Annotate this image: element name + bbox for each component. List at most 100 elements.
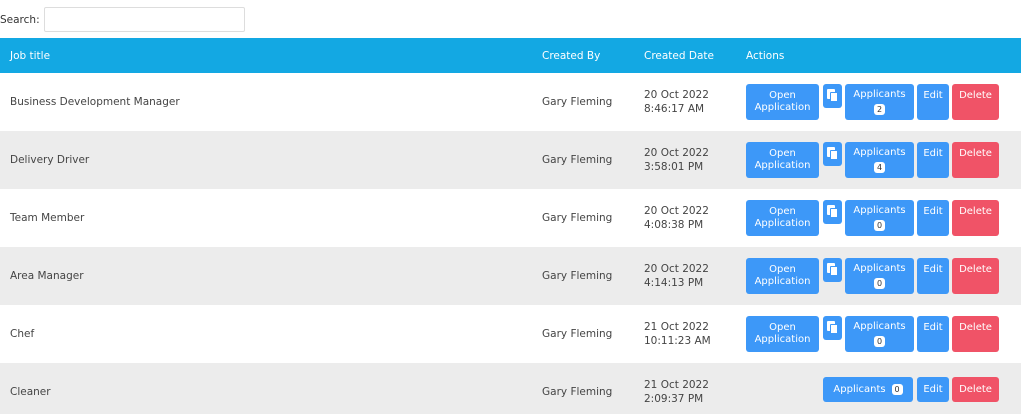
job-title-cell: Business Development Manager — [10, 96, 180, 108]
edit-button[interactable]: Edit — [917, 377, 949, 402]
applicants-label: Applicants — [853, 320, 906, 332]
created-time: 2:09:37 PM — [644, 393, 704, 405]
created-date: 21 Oct 2022 — [644, 379, 709, 391]
header-created-by[interactable]: Created By — [542, 38, 644, 73]
table-row: Cleaner Gary Fleming 21 Oct 2022 2:09:37… — [0, 363, 1021, 414]
delete-button[interactable]: Delete — [952, 316, 999, 352]
actions-cell: Open Application Applicants 0 Edit Delet… — [746, 247, 1021, 305]
copy-icon — [826, 321, 839, 335]
actions-cell: Open Application Applicants 0 Edit Delet… — [746, 305, 1021, 363]
open-label-line1: Open — [769, 148, 796, 159]
copy-link-button[interactable] — [823, 258, 842, 282]
copy-icon — [826, 205, 839, 219]
copy-link-button[interactable] — [823, 142, 842, 166]
actions-cell: Open Application Applicants 0 Edit Delet… — [746, 189, 1021, 247]
applicants-label: Applicants — [853, 146, 906, 158]
open-application-button[interactable]: Open Application — [746, 316, 819, 352]
created-by-cell: Gary Fleming — [542, 386, 613, 398]
table-header-row: Job title Created By Created Date Action… — [0, 38, 1021, 73]
actions-cell: Open Application Applicants 4 Edit Delet… — [746, 131, 1021, 189]
copy-icon — [826, 89, 839, 103]
open-label-line2: Application — [754, 218, 811, 229]
table-row: Chef Gary Fleming 21 Oct 2022 10:11:23 A… — [0, 305, 1021, 363]
created-by-cell: Gary Fleming — [542, 212, 613, 224]
copy-link-button[interactable] — [823, 316, 842, 340]
applicants-count-badge: 0 — [891, 384, 903, 395]
created-date: 20 Oct 2022 — [644, 205, 709, 217]
applicants-button[interactable]: Applicants 0 — [845, 316, 914, 352]
job-title-cell: Team Member — [10, 212, 85, 224]
delete-button[interactable]: Delete — [952, 377, 999, 402]
applicants-count-badge: 0 — [874, 277, 885, 289]
applicants-label: Applicants — [853, 88, 906, 100]
copy-icon — [826, 263, 839, 277]
table-row: Delivery Driver Gary Fleming 20 Oct 2022… — [0, 131, 1021, 189]
actions-cell: Applicants 0 Edit Delete — [746, 363, 1021, 414]
created-time: 4:14:13 PM — [644, 277, 704, 289]
open-label-line1: Open — [769, 264, 796, 275]
header-created-date[interactable]: Created Date — [644, 38, 746, 73]
open-label-line2: Application — [754, 334, 811, 345]
header-job-title[interactable]: Job title — [0, 38, 542, 73]
edit-button[interactable]: Edit — [917, 84, 949, 120]
applicants-button[interactable]: Applicants 2 — [845, 84, 914, 120]
open-application-button[interactable]: Open Application — [746, 142, 819, 178]
applicants-button[interactable]: Applicants 0 — [845, 200, 914, 236]
search-input[interactable] — [43, 6, 245, 32]
created-time: 3:58:01 PM — [644, 161, 704, 173]
applicants-count-badge: 0 — [874, 335, 885, 347]
edit-button[interactable]: Edit — [917, 316, 949, 352]
applicants-button[interactable]: Applicants 0 — [823, 377, 913, 402]
actions-cell: Open Application Applicants 2 Edit Delet… — [746, 73, 1021, 131]
header-actions: Actions — [746, 49, 785, 62]
applicants-label: Applicants — [853, 204, 906, 216]
created-by-cell: Gary Fleming — [542, 154, 613, 166]
created-date-cell: 21 Oct 2022 2:09:37 PM — [644, 363, 746, 414]
table-row: Area Manager Gary Fleming 20 Oct 2022 4:… — [0, 247, 1021, 305]
search-bar: Search: — [0, 0, 1024, 38]
job-title-cell: Area Manager — [10, 270, 84, 282]
created-date: 20 Oct 2022 — [644, 263, 709, 275]
table-row: Team Member Gary Fleming 20 Oct 2022 4:0… — [0, 189, 1021, 247]
open-label-line1: Open — [769, 322, 796, 333]
applicants-count-badge: 0 — [874, 219, 885, 231]
created-by-cell: Gary Fleming — [542, 270, 613, 282]
created-by-cell: Gary Fleming — [542, 96, 613, 108]
created-date-cell: 20 Oct 2022 8:46:17 AM — [644, 73, 746, 131]
edit-button[interactable]: Edit — [917, 200, 949, 236]
edit-button[interactable]: Edit — [917, 258, 949, 294]
created-date: 21 Oct 2022 — [644, 321, 709, 333]
delete-button[interactable]: Delete — [952, 258, 999, 294]
applicants-label: Applicants — [833, 383, 886, 395]
copy-icon — [826, 147, 839, 161]
created-time: 8:46:17 AM — [644, 103, 705, 115]
applicants-button[interactable]: Applicants 4 — [845, 142, 914, 178]
applicants-count-badge: 4 — [874, 161, 885, 173]
delete-button[interactable]: Delete — [952, 142, 999, 178]
job-title-cell: Cleaner — [10, 386, 51, 398]
created-by-cell: Gary Fleming — [542, 328, 613, 340]
open-label-line1: Open — [769, 206, 796, 217]
open-application-button[interactable]: Open Application — [746, 84, 819, 120]
delete-button[interactable]: Delete — [952, 84, 999, 120]
created-date-cell: 21 Oct 2022 10:11:23 AM — [644, 305, 746, 363]
open-label-line2: Application — [754, 160, 811, 171]
job-title-cell: Chef — [10, 328, 35, 340]
edit-button[interactable]: Edit — [917, 142, 949, 178]
copy-link-button[interactable] — [823, 200, 842, 224]
open-application-button[interactable]: Open Application — [746, 200, 819, 236]
open-label-line1: Open — [769, 90, 796, 101]
created-date-cell: 20 Oct 2022 4:08:38 PM — [644, 189, 746, 247]
jobs-table: Job title Created By Created Date Action… — [0, 38, 1021, 414]
created-date: 20 Oct 2022 — [644, 89, 709, 101]
applicants-label: Applicants — [853, 262, 906, 274]
created-date-cell: 20 Oct 2022 3:58:01 PM — [644, 131, 746, 189]
applicants-button[interactable]: Applicants 0 — [845, 258, 914, 294]
delete-button[interactable]: Delete — [952, 200, 999, 236]
table-row: Business Development Manager Gary Flemin… — [0, 73, 1021, 131]
copy-link-button[interactable] — [823, 84, 842, 108]
search-label: Search: — [0, 14, 40, 26]
open-application-button[interactable]: Open Application — [746, 258, 819, 294]
open-label-line2: Application — [754, 102, 811, 113]
applicants-count-badge: 2 — [874, 103, 885, 115]
